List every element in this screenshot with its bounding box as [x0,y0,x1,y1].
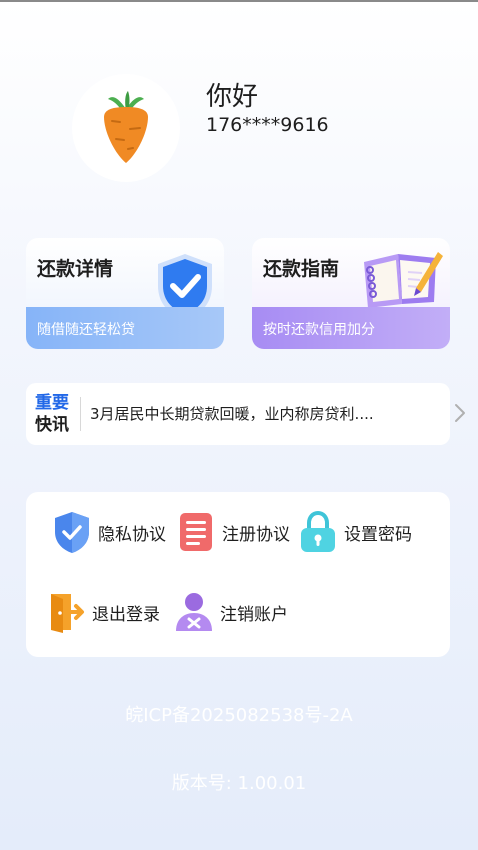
avatar[interactable] [72,74,180,182]
greeting-text: 你好 [206,82,259,112]
exit-door-icon [46,592,86,633]
logout-button[interactable]: 退出登录 [46,592,160,633]
card-subtitle: 随借随还轻松贷 [26,307,224,349]
register-agreement-label: 注册协议 [222,524,290,545]
privacy-policy-label: 隐私协议 [98,524,166,545]
chevron-right-icon[interactable] [454,403,466,423]
news-tag: 重要 快讯 [32,392,72,436]
card-title: 还款详情 [37,258,114,280]
version-number: 版本号: 1.00.01 [171,773,307,794]
news-divider [80,397,81,431]
register-agreement-button[interactable]: 注册协议 [176,512,290,552]
set-password-button[interactable]: 设置密码 [298,510,412,552]
repayment-details-card[interactable]: 还款详情 随借随还轻松贷 [26,238,224,349]
privacy-shield-icon [52,512,92,553]
lock-icon [298,510,338,552]
set-password-label: 设置密码 [344,524,412,545]
document-list-icon [176,512,216,552]
news-tag-line1: 重要 [35,393,69,413]
cancel-account-label: 注销账户 [220,604,288,625]
card-subtitle: 按时还款信用加分 [252,307,450,349]
privacy-policy-button[interactable]: 隐私协议 [52,512,166,553]
status-divider [0,0,478,2]
notebook-pen-icon [364,252,443,308]
repayment-guide-card[interactable]: 还款指南 按时还款信用加分 [252,238,450,349]
logout-label: 退出登录 [92,604,160,625]
phone-number: 176****9616 [206,114,329,136]
icp-record: 皖ICP备2025082538号-2A [125,705,353,726]
card-title: 还款指南 [263,258,340,280]
remove-user-icon [174,592,214,632]
news-ticker[interactable]: 重要 快讯 3月居民中长期贷款回暖，业内称房贷利.... [26,383,465,445]
carrot-icon [104,91,148,163]
cancel-account-button[interactable]: 注销账户 [174,592,288,632]
news-tag-line2: 快讯 [35,415,69,435]
news-headline: 3月居民中长期贷款回暖，业内称房贷利.... [90,405,374,423]
settings-panel: 隐私协议 注册协议 设置密码 退出登录 注销账户 [26,492,450,657]
